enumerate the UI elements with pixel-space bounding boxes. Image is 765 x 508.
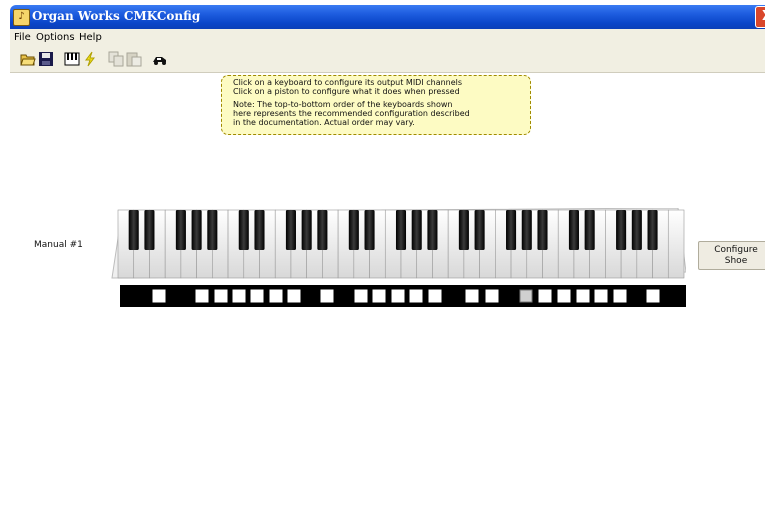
piston[interactable] — [372, 289, 386, 303]
menu-file[interactable]: File — [14, 29, 31, 47]
piston[interactable] — [409, 289, 423, 303]
piston[interactable] — [232, 289, 246, 303]
app-window: ♪ Organ Works CMKConfig X File Options H… — [10, 0, 765, 508]
piston[interactable] — [320, 289, 334, 303]
window-title: Organ Works CMKConfig — [32, 9, 201, 23]
black-key[interactable] — [616, 210, 627, 250]
main-area: Click on a keyboard to configure its out… — [10, 73, 765, 508]
piston[interactable] — [428, 289, 442, 303]
piston[interactable] — [538, 289, 552, 303]
black-key[interactable] — [364, 210, 375, 250]
black-key[interactable] — [506, 210, 517, 250]
manual-label: Manual #1 — [34, 240, 83, 250]
black-key[interactable] — [128, 210, 139, 250]
instructions-note: Click on a keyboard to configure its out… — [221, 75, 531, 135]
configure-shoe-button[interactable]: Configure Shoe — [698, 241, 765, 270]
piston[interactable] — [485, 289, 499, 303]
piston[interactable] — [195, 289, 209, 303]
paste-icon[interactable] — [126, 51, 142, 67]
note-line: here represents the recommended configur… — [233, 109, 470, 118]
toolbar — [10, 47, 765, 73]
black-key[interactable] — [458, 210, 469, 250]
black-key[interactable] — [647, 210, 658, 250]
white-key[interactable] — [667, 209, 685, 279]
black-key[interactable] — [144, 210, 155, 250]
piston[interactable] — [557, 289, 571, 303]
black-key[interactable] — [207, 210, 218, 250]
note-line: Note: The top-to-bottom order of the key… — [233, 100, 453, 109]
piston[interactable] — [465, 289, 479, 303]
note-line: in the documentation. Actual order may v… — [233, 118, 415, 127]
black-key[interactable] — [301, 210, 312, 250]
shoe-label: Shoe — [724, 256, 748, 266]
black-key[interactable] — [175, 210, 186, 250]
black-key[interactable] — [254, 210, 265, 250]
car-icon[interactable] — [152, 51, 168, 67]
black-key[interactable] — [411, 210, 422, 250]
menu-bar: File Options Help — [10, 29, 765, 47]
piston[interactable] — [576, 289, 590, 303]
piston[interactable] — [613, 289, 627, 303]
piston[interactable] — [391, 289, 405, 303]
black-key[interactable] — [584, 210, 595, 250]
black-key[interactable] — [238, 210, 249, 250]
manual-keyboard[interactable] — [108, 208, 686, 310]
black-key[interactable] — [474, 210, 485, 250]
piston[interactable] — [214, 289, 228, 303]
piston[interactable] — [519, 289, 533, 303]
app-icon: ♪ — [13, 9, 30, 26]
black-key[interactable] — [317, 210, 328, 250]
keyboard-icon[interactable] — [64, 51, 80, 67]
piston[interactable] — [269, 289, 283, 303]
black-key[interactable] — [285, 210, 296, 250]
open-folder-icon[interactable] — [20, 51, 36, 67]
black-key[interactable] — [348, 210, 359, 250]
title-bar[interactable]: ♪ Organ Works CMKConfig — [10, 5, 765, 29]
piston[interactable] — [287, 289, 301, 303]
piston[interactable] — [646, 289, 660, 303]
black-key[interactable] — [631, 210, 642, 250]
copy-icon[interactable] — [108, 51, 124, 67]
menu-options[interactable]: Options — [36, 29, 75, 47]
black-key[interactable] — [568, 210, 579, 250]
close-button[interactable]: X — [755, 6, 765, 28]
black-key[interactable] — [537, 210, 548, 250]
lightning-icon[interactable] — [82, 51, 98, 67]
note-line: Click on a piston to configure what it d… — [233, 87, 460, 96]
piston[interactable] — [594, 289, 608, 303]
menu-help[interactable]: Help — [79, 29, 102, 47]
piston[interactable] — [152, 289, 166, 303]
note-line: Click on a keyboard to configure its out… — [233, 78, 463, 87]
black-key[interactable] — [427, 210, 438, 250]
black-key[interactable] — [395, 210, 407, 250]
save-icon[interactable] — [38, 51, 54, 67]
black-key[interactable] — [521, 210, 532, 250]
piston[interactable] — [250, 289, 264, 303]
black-key[interactable] — [191, 210, 202, 250]
configure-label: Configure — [714, 245, 758, 255]
piston[interactable] — [354, 289, 368, 303]
